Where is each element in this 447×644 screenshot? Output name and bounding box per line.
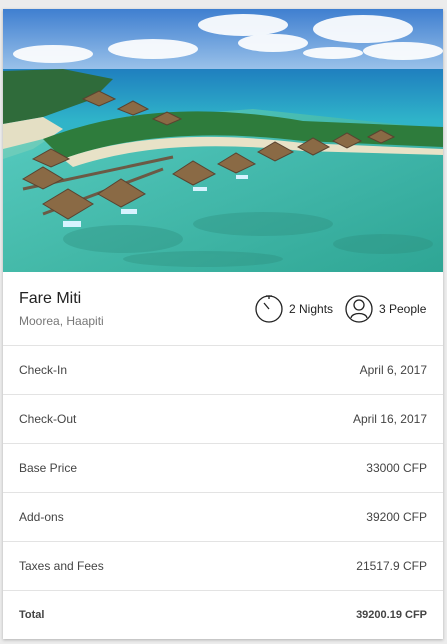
detail-row-check-out: Check-Out April 16, 2017 [3, 395, 443, 444]
people-label: 3 People [379, 302, 427, 316]
hotel-photo [3, 9, 443, 272]
detail-value: 21517.9 CFP [356, 559, 427, 573]
hotel-summary: Fare Miti Moorea, Haapiti 2 Nights 3 Peo… [3, 272, 443, 346]
nights-stat: 2 Nights [254, 294, 333, 324]
detail-row-taxes: Taxes and Fees 21517.9 CFP [3, 542, 443, 591]
detail-row-add-ons: Add-ons 39200 CFP [3, 493, 443, 542]
people-stat: 3 People [344, 294, 426, 324]
detail-label: Check-Out [19, 412, 77, 426]
detail-value: 33000 CFP [366, 461, 427, 475]
detail-row-check-in: Check-In April 6, 2017 [3, 346, 443, 395]
detail-value: April 16, 2017 [352, 412, 427, 426]
detail-label: Add-ons [19, 510, 64, 524]
total-label: Total [19, 609, 45, 621]
hotel-name: Fare Miti [19, 290, 82, 307]
total-value: 39200.19 CFP [356, 609, 427, 621]
detail-value: 39200 CFP [366, 510, 427, 524]
hotel-location: Moorea, Haapiti [19, 314, 104, 328]
total-row: Total 39200.19 CFP [3, 591, 443, 639]
person-icon [344, 294, 379, 324]
stopwatch-icon [254, 294, 289, 324]
detail-row-base-price: Base Price 33000 CFP [3, 444, 443, 493]
detail-value: April 6, 2017 [359, 363, 427, 377]
detail-label: Taxes and Fees [19, 559, 104, 573]
detail-label: Base Price [19, 461, 78, 475]
booking-card: Fare Miti Moorea, Haapiti 2 Nights 3 Peo… [3, 9, 443, 639]
detail-label: Check-In [19, 363, 68, 377]
nights-label: 2 Nights [289, 302, 334, 316]
